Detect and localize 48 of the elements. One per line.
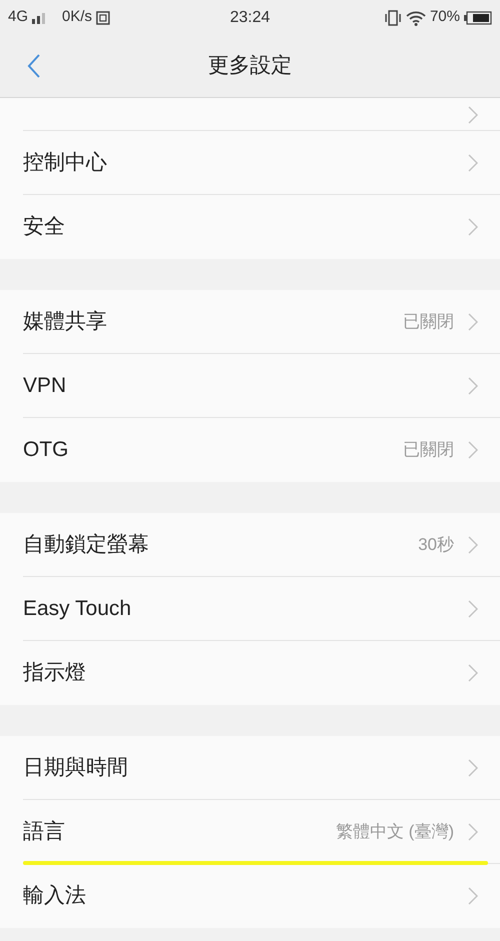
chevron-icon	[468, 664, 478, 682]
row-value: 已關閉	[403, 311, 454, 334]
settings-row[interactable]: 輸入法	[0, 864, 500, 928]
row-label: 輸入法	[23, 883, 86, 910]
row-label: OTG	[23, 437, 68, 464]
page-title: 更多設定	[208, 53, 292, 80]
chevron-icon	[468, 154, 478, 172]
row-label: 媒體共享	[23, 309, 107, 336]
row-label: 自動鎖定螢幕	[23, 532, 149, 558]
row-label: 指示燈	[23, 660, 86, 686]
clock: 23:24	[230, 8, 270, 28]
row-label: Easy Touch	[23, 596, 132, 622]
settings-row[interactable]: 語言 繁體中文 (臺灣)	[0, 800, 500, 864]
chevron-icon	[468, 759, 478, 777]
network-speed: 0K/s	[62, 7, 92, 28]
wifi-icon	[406, 10, 426, 26]
chevron-icon	[468, 313, 478, 331]
battery-percent: 70%	[430, 7, 460, 28]
chevron-icon	[468, 536, 478, 554]
row-value: 繁體中文 (臺灣)	[336, 821, 454, 844]
settings-row[interactable]: 自動鎖定螢幕 30秒	[0, 513, 500, 577]
settings-row[interactable]: Easy Touch	[0, 577, 500, 641]
settings-row[interactable]: 安全	[0, 195, 500, 259]
chevron-icon	[468, 600, 478, 618]
back-chevron-icon	[27, 53, 41, 79]
settings-row[interactable]: OTG 已關閉	[0, 418, 500, 482]
chevron-icon	[468, 106, 478, 124]
row-label: 日期與時間	[23, 755, 128, 782]
settings-row[interactable]: VPN	[0, 354, 500, 418]
settings-row[interactable]: 控制中心	[0, 131, 500, 195]
row-value: 已關閉	[403, 439, 454, 462]
row-value: 30秒	[418, 534, 454, 556]
network-type: 4G	[8, 7, 28, 28]
vibrate-icon	[384, 10, 402, 26]
s-box-icon	[96, 10, 110, 24]
row-label: 安全	[23, 214, 65, 240]
chevron-icon	[468, 823, 478, 841]
row-label: 語言	[23, 819, 65, 846]
settings-row[interactable]: 媒體共享 已關閉	[0, 290, 500, 354]
chevron-icon	[468, 377, 478, 395]
chevron-icon	[468, 887, 478, 905]
row-label: 控制中心	[23, 150, 107, 176]
chevron-icon	[468, 441, 478, 459]
settings-row[interactable]: 日期與時間	[0, 736, 500, 800]
row-label: VPN	[23, 373, 66, 400]
chevron-icon	[468, 218, 478, 236]
battery-icon	[464, 10, 492, 24]
settings-row[interactable]: 指示燈	[0, 641, 500, 705]
